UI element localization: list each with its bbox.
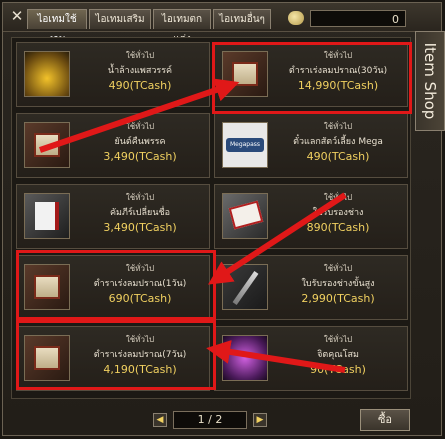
item-name: คัมภีร์เปลี่ยนชื่อ — [110, 208, 170, 218]
item-price: 690(TCash) — [108, 292, 172, 305]
item-price: 490(TCash) — [108, 79, 172, 92]
purple-orb-icon — [222, 335, 268, 381]
item-price: 890(TCash) — [306, 221, 370, 234]
item-name: ใบรับรองช่างขั้นสูง — [301, 279, 375, 289]
item-name: น้ำล้างแพสวรรค์ — [107, 66, 173, 76]
tab-extra-items[interactable]: ไอเทมเสริม — [89, 9, 151, 29]
prev-page-button[interactable]: ◀ — [153, 413, 167, 427]
item-price: 90(TCash) — [310, 363, 366, 376]
item-grid: ใช้ทั่วไป น้ำล้างแพสวรรค์ 490(TCash) ใช้… — [11, 37, 411, 399]
side-tab-label: Item Shop — [421, 42, 439, 120]
item-category: ใช้ทั่วไป — [323, 193, 353, 202]
next-page-button[interactable]: ▶ — [253, 413, 267, 427]
shop-tab-bar: ✕ ไอเทมใช้งาน ไอเทมเสริม ไอเทมตกแต่ง ไอเ… — [3, 3, 441, 45]
item-name: ใบรับรองช่าง — [312, 208, 364, 218]
megapass-ticket-icon — [222, 122, 268, 168]
tab-decor-items[interactable]: ไอเทมตกแต่ง — [153, 9, 211, 45]
coin-icon — [288, 11, 304, 25]
page-indicator: 1 / 2 — [173, 411, 247, 429]
scroll-icon — [24, 335, 70, 381]
item-shop-side-tab[interactable]: Item Shop — [415, 31, 445, 131]
shop-item-slot[interactable]: ใช้ทั่วไป ตำราเร่งลมปราณ(7วัน) 4,190(TCa… — [16, 326, 210, 391]
shop-item-slot[interactable]: ใช้ทั่วไป ยันต์คืนพรรค 3,490(TCash) — [16, 113, 210, 178]
cash-balance: 0 — [310, 10, 406, 27]
item-category: ใช้ทั่วไป — [323, 264, 353, 273]
shop-item-slot[interactable]: ใช้ทั่วไป ตำราเร่งลมปราณ(1วัน) 690(TCash… — [16, 255, 210, 320]
item-name: ตั๋วแลกสัตว์เลี้ยง Mega — [293, 137, 383, 147]
item-price: 2,990(TCash) — [301, 292, 375, 305]
scroll-icon — [222, 51, 268, 97]
item-shop-window: ✕ ไอเทมใช้งาน ไอเทมเสริม ไอเทมตกแต่ง ไอเ… — [2, 2, 445, 436]
item-price: 3,490(TCash) — [103, 221, 177, 234]
shop-item-slot[interactable]: ใช้ทั่วไป ใบรับรองช่างขั้นสูง 2,990(TCas… — [214, 255, 408, 320]
sword-icon — [222, 264, 268, 310]
item-name: ตำราเร่งลมปราณ(7วัน) — [93, 350, 187, 360]
card-icon — [222, 193, 268, 239]
item-name: จิตคุณโสม — [317, 350, 359, 360]
item-name: ยันต์คืนพรรค — [114, 137, 166, 147]
tab-other-items[interactable]: ไอเทมอื่นๆ — [213, 9, 271, 29]
item-category: ใช้ทั่วไป — [323, 51, 353, 60]
item-category: ใช้ทั่วไป — [125, 193, 155, 202]
potion-icon — [24, 51, 70, 97]
shop-item-slot[interactable]: ใช้ทั่วไป คัมภีร์เปลี่ยนชื่อ 3,490(TCash… — [16, 184, 210, 249]
book-icon — [24, 193, 70, 239]
shop-item-slot[interactable]: ใช้ทั่วไป น้ำล้างแพสวรรค์ 490(TCash) — [16, 42, 210, 107]
shop-item-slot[interactable]: ใช้ทั่วไป ใบรับรองช่าง 890(TCash) — [214, 184, 408, 249]
shop-item-slot[interactable]: ใช้ทั่วไป ตำราเร่งลมปราณ(30วัน) 14,990(T… — [214, 42, 408, 107]
tab-usable-items[interactable]: ไอเทมใช้งาน — [27, 9, 87, 45]
scroll-icon — [24, 122, 70, 168]
item-name: ตำราเร่งลมปราณ(30วัน) — [288, 66, 388, 76]
item-category: ใช้ทั่วไป — [125, 122, 155, 131]
item-name: ตำราเร่งลมปราณ(1วัน) — [93, 279, 187, 289]
buy-button[interactable]: ซื้อ — [360, 409, 410, 431]
close-icon[interactable]: ✕ — [9, 8, 25, 24]
item-price: 3,490(TCash) — [103, 150, 177, 163]
shop-item-slot[interactable]: ใช้ทั่วไป จิตคุณโสม 90(TCash) — [214, 326, 408, 391]
item-category: ใช้ทั่วไป — [125, 51, 155, 60]
item-category: ใช้ทั่วไป — [323, 335, 353, 344]
item-price: 4,190(TCash) — [103, 363, 177, 376]
item-category: ใช้ทั่วไป — [125, 335, 155, 344]
item-price: 14,990(TCash) — [297, 79, 379, 92]
item-category: ใช้ทั่วไป — [323, 122, 353, 131]
shop-item-slot[interactable]: ใช้ทั่วไป ตั๋วแลกสัตว์เลี้ยง Mega 490(TC… — [214, 113, 408, 178]
item-price: 490(TCash) — [306, 150, 370, 163]
scroll-icon — [24, 264, 70, 310]
item-category: ใช้ทั่วไป — [125, 264, 155, 273]
